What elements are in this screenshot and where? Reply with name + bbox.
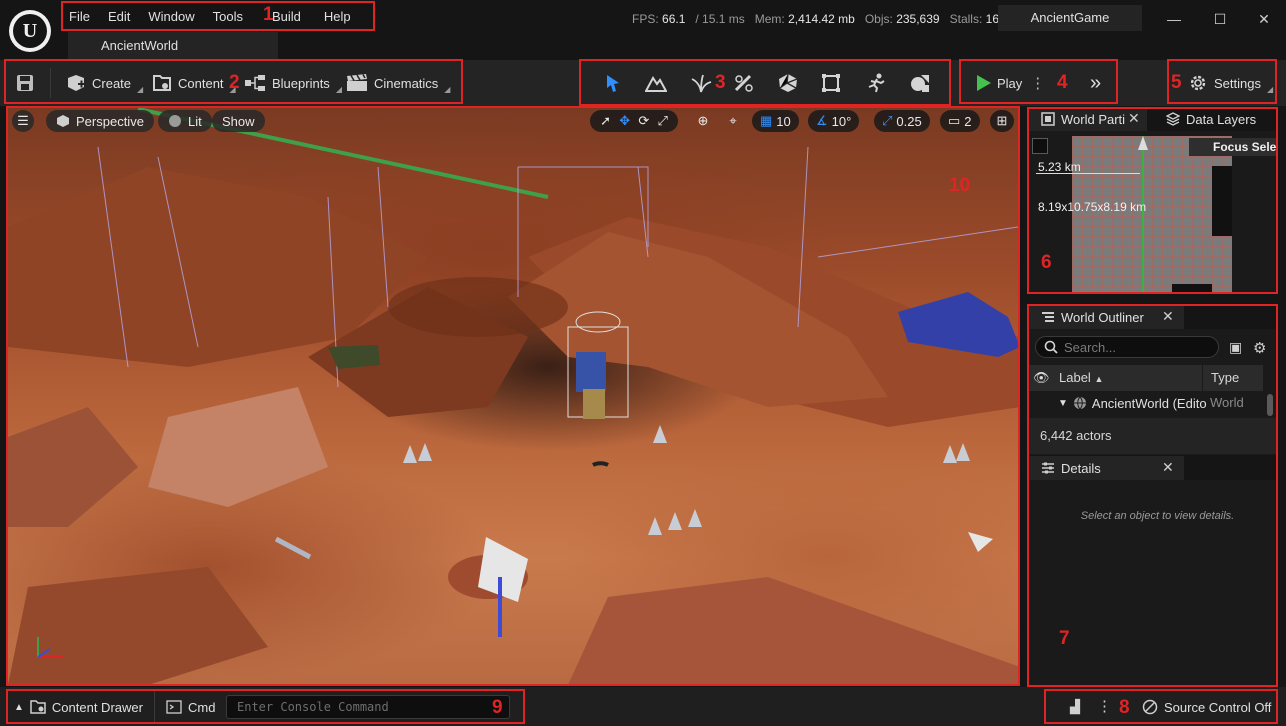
annotation-number-8: 8: [1119, 697, 1130, 718]
objs-value: 235,639: [896, 12, 940, 26]
annotation-number-4: 4: [1057, 72, 1068, 93]
mem-label: Mem:: [754, 12, 785, 26]
annotation-box-4: [959, 59, 1118, 104]
fps-value: 66.1: [662, 12, 686, 26]
project-name: AncientGame: [998, 5, 1142, 31]
annotation-number-10: 10: [949, 175, 971, 196]
stalls-label: Stalls:: [949, 12, 983, 26]
annotation-number-6: 6: [1041, 252, 1052, 273]
unreal-logo-icon[interactable]: U: [9, 10, 51, 52]
logo-letter: U: [13, 14, 47, 48]
minimize-icon[interactable]: —: [1164, 9, 1184, 29]
objs-label: Objs:: [864, 12, 893, 26]
maximize-icon[interactable]: ☐: [1210, 9, 1230, 29]
annotation-number-1: 1: [263, 4, 274, 25]
stalls-value: 16: [985, 12, 999, 26]
annotation-box-5: [1167, 59, 1277, 104]
annotation-box-8: [1044, 689, 1278, 724]
annotation-number-2: 2: [229, 72, 240, 93]
annotation-box-6: [1027, 107, 1278, 294]
annotation-box-3: [579, 59, 951, 106]
level-tab[interactable]: AncientWorld: [68, 32, 278, 60]
close-window-icon[interactable]: ✕: [1254, 9, 1274, 29]
performance-stats: FPS: 66.1 / 15.1 ms Mem: 2,414.42 mb Obj…: [632, 12, 999, 26]
annotation-number-7: 7: [1059, 628, 1070, 649]
annotation-number-9: 9: [492, 697, 503, 718]
frame-ms: / 15.1 ms: [695, 12, 745, 26]
fps-label: FPS:: [632, 12, 659, 26]
annotation-box-1: [61, 1, 375, 31]
annotation-box-10: [6, 106, 1020, 686]
annotation-box-9: [6, 689, 525, 724]
annotation-number-5: 5: [1171, 72, 1182, 93]
mem-value: 2,414.42 mb: [788, 12, 855, 26]
annotation-number-3: 3: [715, 72, 726, 93]
